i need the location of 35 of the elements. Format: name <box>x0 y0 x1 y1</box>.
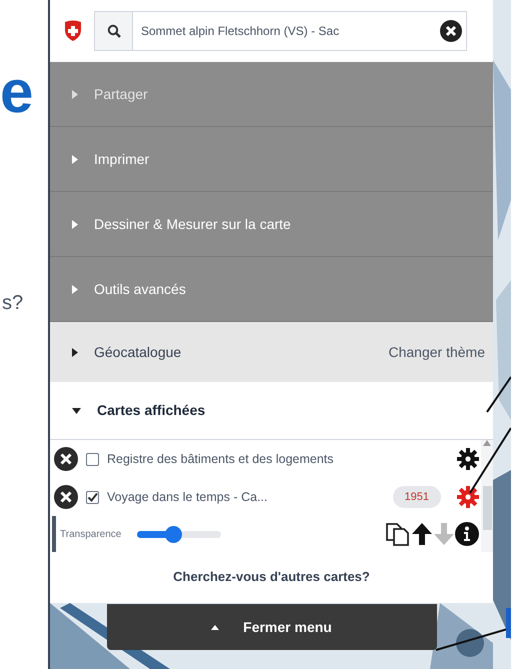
clear-icon[interactable] <box>440 20 462 42</box>
layer-name[interactable]: Registre des bâtiments et des logements <box>107 450 449 468</box>
remove-icon[interactable] <box>54 447 78 471</box>
up-arrow-icon[interactable] <box>411 522 433 546</box>
collapsed-caret-icon <box>72 220 78 228</box>
change-theme-link[interactable]: Changer thème <box>388 342 485 362</box>
search-icon <box>106 24 120 38</box>
search-field[interactable]: Sommet alpin Fletschhorn (VS) - Sac <box>133 12 440 50</box>
more-maps-link[interactable]: Cherchez-vous d'autres cartes? <box>173 567 370 587</box>
gear-icon[interactable] <box>457 448 479 470</box>
layer-checkbox[interactable] <box>86 490 99 504</box>
heading-text: e <box>0 62 34 122</box>
collapsed-caret-icon <box>72 348 78 356</box>
collapsed-caret-icon <box>72 154 78 164</box>
layer-checkbox[interactable] <box>86 452 99 466</box>
caret-icon <box>211 624 220 630</box>
search-box[interactable]: Sommet alpin Fletschhorn (VS) - Sac <box>94 11 467 51</box>
expanded-caret-icon <box>72 408 81 414</box>
check-icon <box>87 492 98 502</box>
slider-thumb[interactable] <box>164 526 182 542</box>
scrollbar[interactable] <box>481 440 493 552</box>
remove-icon[interactable] <box>54 485 78 509</box>
info-icon[interactable] <box>455 522 479 546</box>
collapsed-caret-icon <box>72 284 78 294</box>
question-text: s? <box>2 291 24 316</box>
collapsed-caret-icon <box>72 90 78 98</box>
catalog-section[interactable]: Géocatalogue <box>72 342 388 362</box>
search-button[interactable] <box>95 12 133 50</box>
layer-name[interactable]: Voyage dans le temps - Ca... <box>107 488 385 506</box>
shield-icon[interactable] <box>64 20 82 42</box>
year-badge[interactable]: 1951 <box>392 486 441 508</box>
close-menu-button[interactable]: Fermer menu <box>106 604 436 650</box>
gear-icon[interactable] <box>457 486 479 508</box>
copy-icon[interactable] <box>385 521 411 547</box>
transparency-label: Transparence <box>60 528 122 542</box>
